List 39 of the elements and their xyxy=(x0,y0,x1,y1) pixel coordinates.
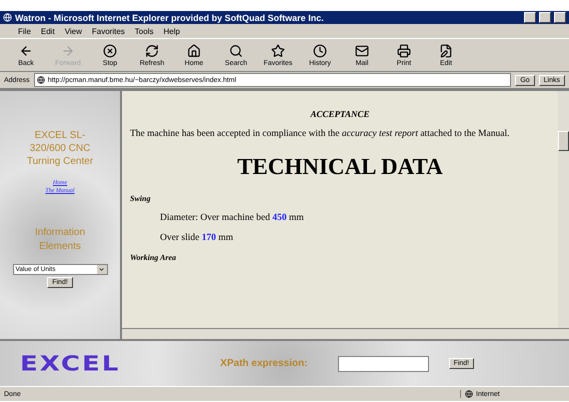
horizontal-scrollbar[interactable] xyxy=(122,328,569,339)
globe-icon xyxy=(465,390,473,398)
page-heading: TECHNICAL DATA xyxy=(236,154,444,180)
menu-item[interactable]: View xyxy=(64,26,82,36)
dropdown-icon xyxy=(98,266,105,273)
xpath-input[interactable] xyxy=(338,356,429,372)
close-button[interactable] xyxy=(554,12,566,23)
xpath-label: XPath expression: xyxy=(220,358,308,369)
house-icon xyxy=(187,44,201,58)
clock-icon xyxy=(313,44,327,58)
data-line: Diameter: Over machine bed 450 mm xyxy=(159,213,305,223)
data-line: Over slide 170 mm xyxy=(159,233,234,243)
section-caption: ACCEPTANCE xyxy=(309,109,371,119)
printer-icon xyxy=(397,44,411,58)
menu-item[interactable]: Help xyxy=(163,26,180,36)
window-title: Watron - Microsoft Internet Explorer provided by SoftQuad Software Inc. xyxy=(15,12,325,22)
refresh-icon xyxy=(145,44,159,58)
subheading: Working Area xyxy=(130,253,178,262)
search-icon xyxy=(229,44,243,58)
menu-item[interactable]: Favorites xyxy=(92,26,125,36)
section-title: Information Elements xyxy=(34,226,86,254)
menu-item[interactable]: File xyxy=(18,26,31,36)
star-icon xyxy=(271,44,285,58)
browser-icon xyxy=(3,13,12,22)
stop-icon xyxy=(103,44,117,58)
menu-item[interactable]: Edit xyxy=(40,26,55,36)
maximize-button[interactable] xyxy=(539,12,551,23)
menu-item[interactable]: Tools xyxy=(134,26,154,36)
paragraph: The machine has been accepted in compliance with the accuracy test report attached to the Manual. xyxy=(130,129,511,140)
minimize-button[interactable] xyxy=(524,12,536,23)
page-icon xyxy=(36,76,45,84)
forward-icon xyxy=(61,44,75,58)
vertical-scrollbar[interactable] xyxy=(558,91,569,328)
pen-document-icon xyxy=(439,44,453,58)
subheading: Swing xyxy=(130,194,152,203)
sidebar-title: EXCEL SL-320/600 CNC Turning Center xyxy=(26,129,94,168)
back-icon xyxy=(19,44,33,58)
logo: EXCEL xyxy=(20,352,120,376)
mail-icon xyxy=(355,44,369,58)
